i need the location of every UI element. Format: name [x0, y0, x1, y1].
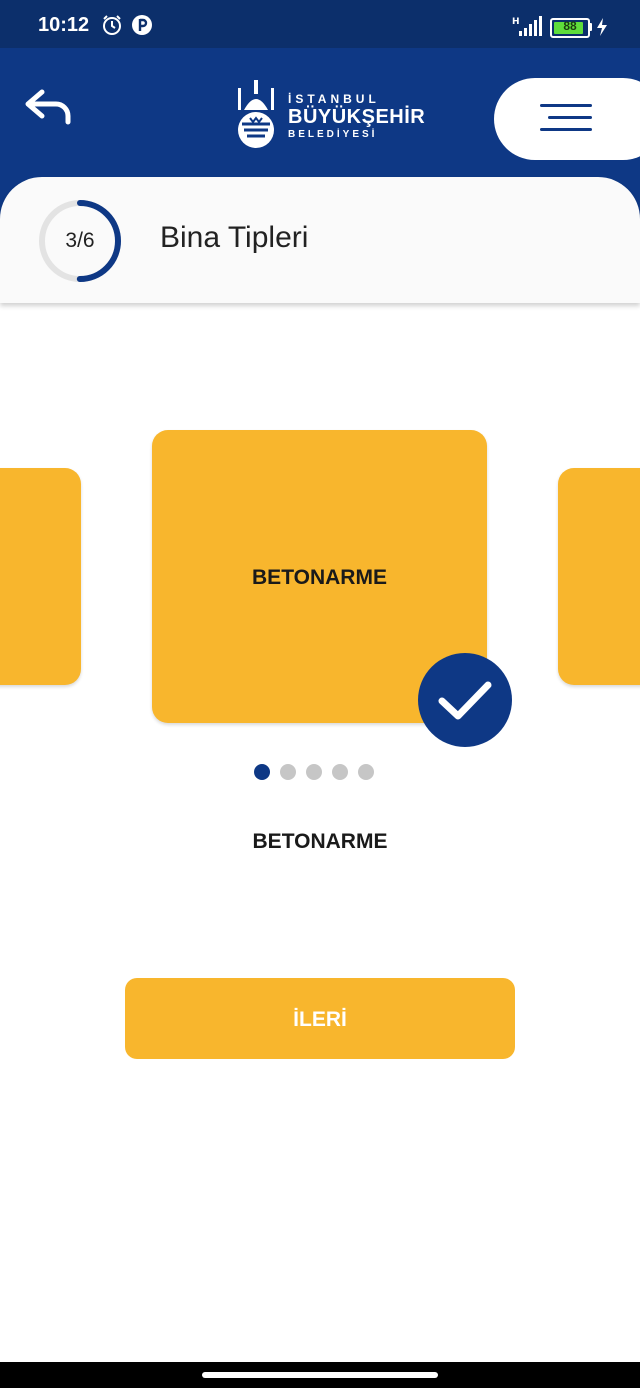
home-indicator[interactable] [202, 1372, 438, 1378]
carousel-card-label: BETONARME [252, 566, 387, 589]
battery-level: 88 [563, 19, 577, 33]
next-button[interactable]: İLERİ [125, 978, 515, 1059]
status-time: 10:12 [38, 14, 90, 36]
pagination-dot[interactable] [280, 764, 296, 780]
svg-text:H: H [512, 17, 520, 27]
logo-line-3: BELEDİYESİ [288, 129, 378, 140]
carousel-pagination [254, 764, 384, 780]
checkmark-icon [438, 681, 492, 720]
pagination-dot[interactable] [254, 764, 270, 780]
charging-icon [596, 18, 608, 41]
carousel-card-previous[interactable] [0, 468, 81, 685]
status-bar: 10:12 H 88 [0, 0, 640, 48]
carousel-card-next[interactable] [558, 468, 640, 685]
battery-icon: 88 [550, 18, 590, 38]
back-button[interactable] [22, 82, 78, 132]
logo-line-1: İSTANBUL [288, 92, 380, 106]
logo-line-2: BÜYÜKŞEHİR [288, 106, 426, 128]
back-arrow-icon [25, 89, 71, 125]
ibb-logo: İSTANBUL BÜYÜKŞEHİR BELEDİYESİ [230, 78, 425, 152]
step-progress-label: 3/6 [65, 229, 95, 252]
selected-check-badge [418, 653, 512, 747]
alarm-icon [101, 14, 123, 41]
app-notification-icon [131, 14, 153, 41]
pagination-dot[interactable] [358, 764, 374, 780]
battery-tip [589, 23, 592, 31]
selected-building-type: BETONARME [252, 830, 388, 853]
step-title: Bina Tipleri [160, 221, 309, 254]
menu-button[interactable] [494, 78, 640, 160]
ibb-emblem-icon [238, 80, 274, 148]
step-card: 3/6 Bina Tipleri [0, 177, 640, 303]
signal-icon: H [508, 16, 544, 43]
pagination-dot[interactable] [332, 764, 348, 780]
pagination-dot[interactable] [306, 764, 322, 780]
system-nav-bar [0, 1362, 640, 1388]
